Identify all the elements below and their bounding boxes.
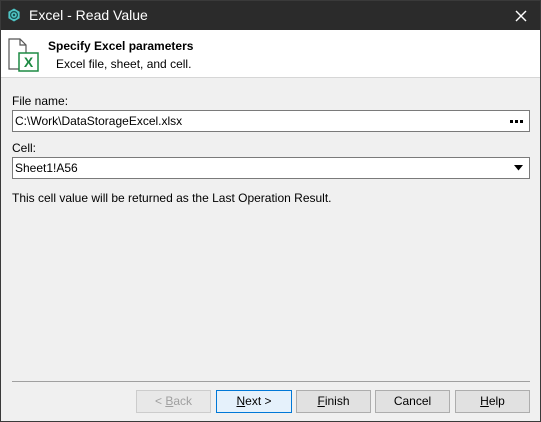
file-name-label: File name: xyxy=(12,94,69,108)
dialog-window: Excel - Read Value X Specify Excel param… xyxy=(0,0,541,422)
button-separator xyxy=(12,381,530,382)
header-subtitle: Excel file, sheet, and cell. xyxy=(56,57,192,71)
finish-button[interactable]: Finish xyxy=(296,390,371,413)
back-button[interactable]: < Back xyxy=(136,390,211,413)
browse-button[interactable] xyxy=(508,114,526,128)
file-name-field[interactable]: C:\Work\DataStorageExcel.xlsx xyxy=(12,110,530,132)
gear-globe-icon xyxy=(7,8,21,22)
info-text: This cell value will be returned as the … xyxy=(12,191,332,205)
cell-value[interactable]: Sheet1!A56 xyxy=(15,161,78,175)
svg-text:X: X xyxy=(24,54,34,70)
wizard-header: X Specify Excel parameters Excel file, s… xyxy=(1,30,540,78)
chevron-down-icon[interactable] xyxy=(514,164,523,172)
next-button[interactable]: Next > xyxy=(216,390,292,413)
excel-file-icon: X xyxy=(5,36,41,72)
close-button[interactable] xyxy=(502,1,540,30)
file-name-value[interactable]: C:\Work\DataStorageExcel.xlsx xyxy=(15,114,182,128)
title-bar[interactable]: Excel - Read Value xyxy=(1,1,540,30)
cell-label: Cell: xyxy=(12,141,37,155)
cancel-button[interactable]: Cancel xyxy=(375,390,450,413)
help-button[interactable]: Help xyxy=(455,390,530,413)
cell-combobox[interactable]: Sheet1!A56 xyxy=(12,157,530,179)
close-icon xyxy=(515,10,527,22)
window-title: Excel - Read Value xyxy=(29,7,148,23)
header-title: Specify Excel parameters xyxy=(48,39,194,53)
